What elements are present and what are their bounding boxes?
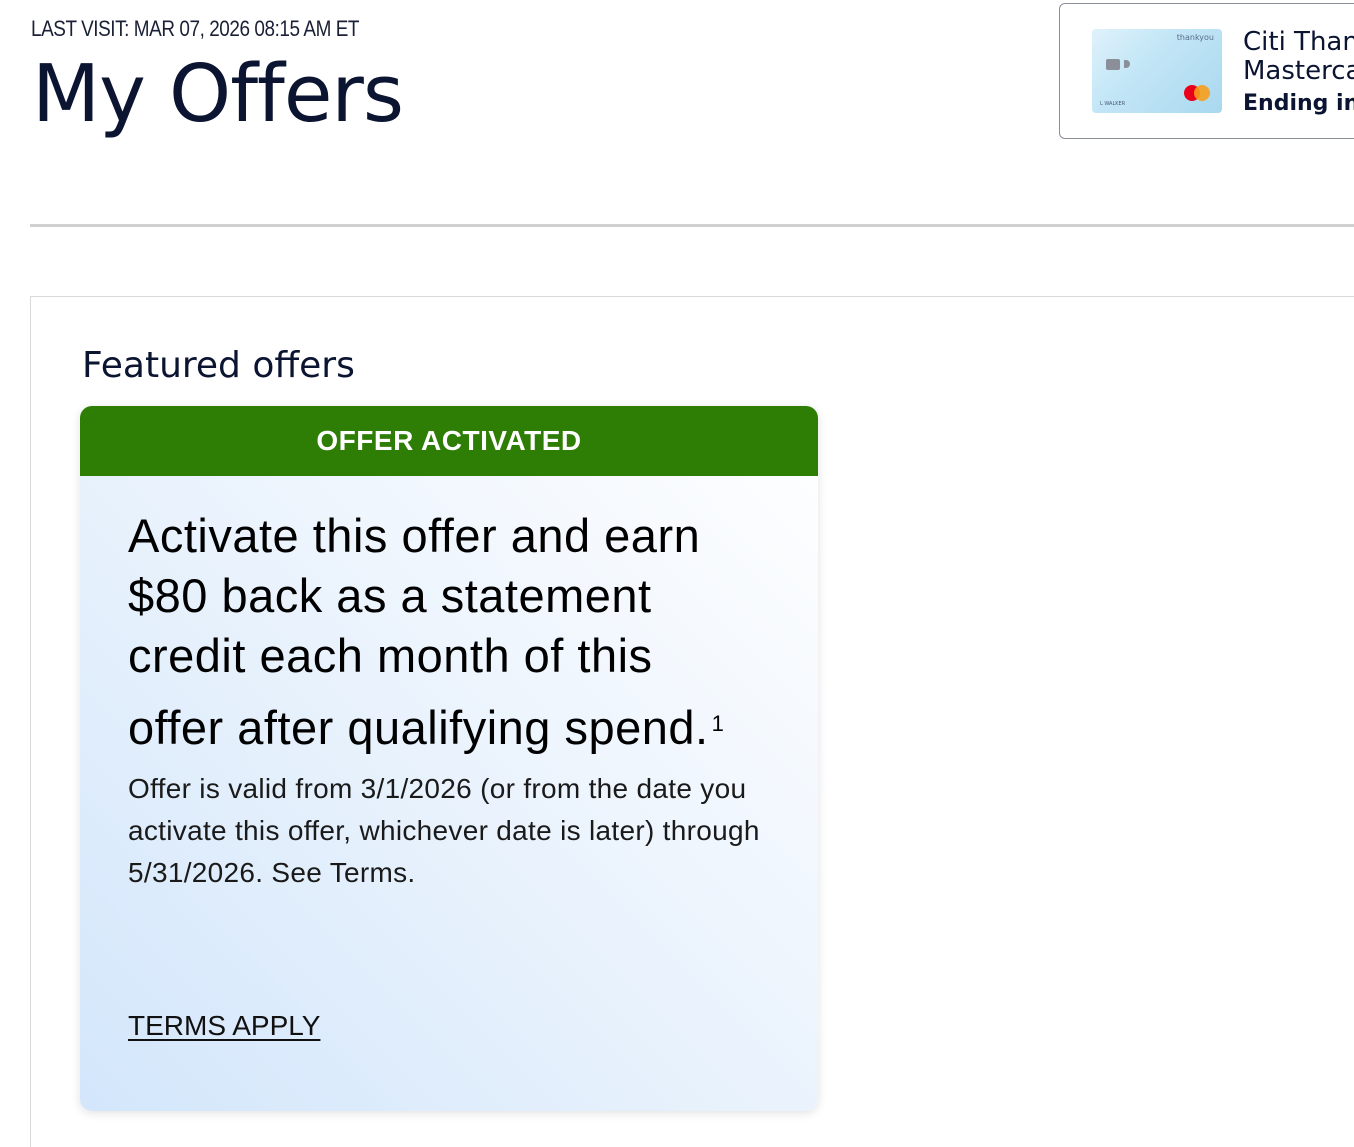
- page-title: My Offers: [32, 48, 404, 140]
- featured-offers-heading: Featured offers: [82, 345, 355, 386]
- offer-headline-line: offer after qualifying spend.: [128, 701, 709, 754]
- terms-apply-link[interactable]: TERMS APPLY: [128, 1010, 320, 1042]
- card-name: Citi Thank Masterca: [1243, 27, 1354, 86]
- offer-status-banner: OFFER ACTIVATED: [80, 406, 818, 476]
- card-chip-icon: [1106, 59, 1120, 70]
- contactless-icon: [1124, 60, 1130, 68]
- card-selector[interactable]: thankyou L WALKER Citi Thank Masterca En…: [1059, 3, 1354, 139]
- offer-headline-line: $80 back as a statement: [128, 569, 652, 622]
- credit-card-image: thankyou L WALKER: [1092, 29, 1222, 113]
- footnote-marker: 1: [711, 711, 725, 736]
- offer-headline-line: credit each month of this: [128, 629, 653, 682]
- mastercard-logo-icon: [1184, 85, 1212, 101]
- offer-tile: OFFER ACTIVATED Activate this offer and …: [80, 406, 818, 1111]
- card-ending-label: Ending in: [1243, 91, 1354, 116]
- offer-headline-line: Activate this offer and earn: [128, 509, 701, 562]
- offer-headline: Activate this offer and earn $80 back as…: [128, 506, 788, 758]
- offer-details: Offer is valid from 3/1/2026 (or from th…: [128, 773, 760, 888]
- card-holder-name: L WALKER: [1100, 101, 1126, 107]
- card-brand-text: thankyou: [1176, 33, 1214, 42]
- header-divider: [30, 224, 1354, 227]
- last-visit-timestamp: LAST VISIT: MAR 07, 2026 08:15 AM ET: [31, 16, 360, 41]
